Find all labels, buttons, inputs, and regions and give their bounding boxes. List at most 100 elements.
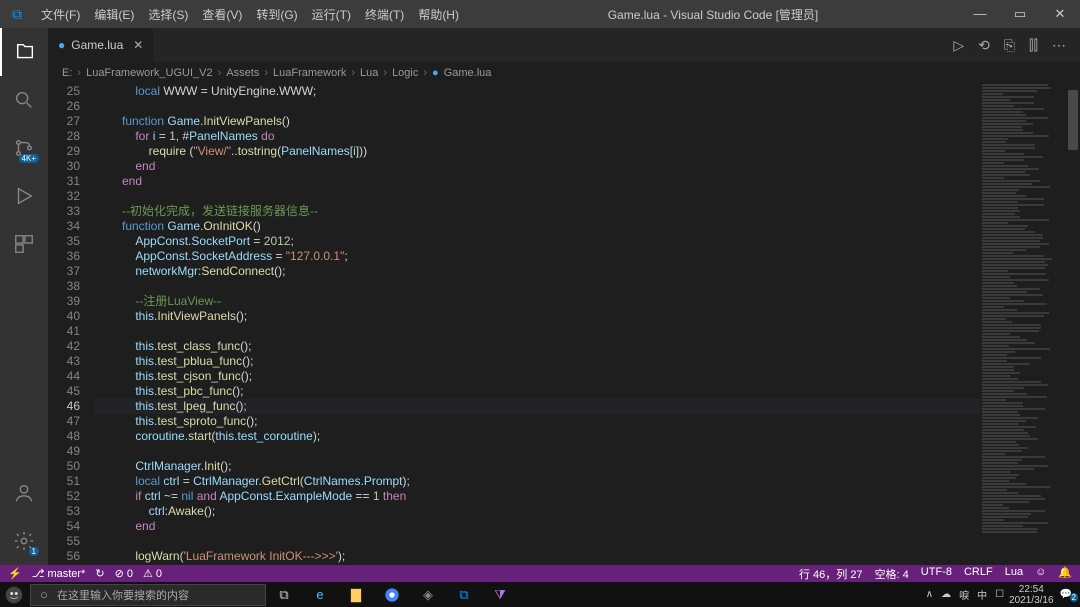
code-line[interactable]: this.InitViewPanels(); (94, 309, 980, 324)
code-line[interactable]: networkMgr:SendConnect(); (94, 264, 980, 279)
code-line[interactable]: coroutine.start(this.test_coroutine); (94, 429, 980, 444)
scrollbar[interactable] (1066, 84, 1080, 565)
edge-icon[interactable]: e (302, 582, 338, 607)
feedback-icon[interactable]: ☺ (1035, 566, 1046, 582)
account-icon[interactable] (0, 469, 48, 517)
code-line[interactable] (94, 279, 980, 294)
code-line[interactable]: this.test_class_func(); (94, 339, 980, 354)
editor-action-icon[interactable]: ⟲ (978, 37, 990, 54)
clock[interactable]: 22:542021/3/16 (1009, 584, 1054, 606)
tray-icon[interactable]: ☐ (992, 589, 1007, 600)
code-line[interactable]: this.test_pblua_func(); (94, 354, 980, 369)
code-line[interactable] (94, 534, 980, 549)
minimap[interactable] (982, 84, 1066, 565)
code-line[interactable]: function Game.InitViewPanels() (94, 114, 980, 129)
menu-item[interactable]: 运行(T) (305, 6, 358, 23)
menu-item[interactable]: 帮助(H) (411, 6, 466, 23)
code-area[interactable]: local WWW = UnityEngine.WWW; function Gam… (94, 84, 980, 565)
app-icon-1[interactable]: ◈ (410, 582, 446, 607)
sync-icon[interactable]: ↻ (95, 567, 104, 580)
code-line[interactable]: this.test_lpeg_func(); (94, 399, 980, 414)
start-icon[interactable] (0, 582, 28, 607)
editor-action-icon[interactable]: ⋯ (1052, 37, 1066, 54)
vs-icon[interactable]: ⧩ (482, 582, 518, 607)
breadcrumb-part[interactable]: Assets (226, 67, 259, 79)
explorer-icon[interactable] (0, 28, 48, 76)
code-line[interactable]: --初始化完成，发送链接服务器信息-- (94, 204, 980, 219)
indent[interactable]: 空格: 4 (875, 566, 909, 582)
code-line[interactable] (94, 99, 980, 114)
breadcrumb-part[interactable]: E: (62, 67, 72, 79)
code-line[interactable]: AppConst.SocketPort = 2012; (94, 234, 980, 249)
breadcrumb-file[interactable]: Game.lua (444, 67, 492, 79)
code-line[interactable]: end (94, 519, 980, 534)
vscode-taskbar-icon[interactable]: ⧉ (446, 582, 482, 607)
editor-action-icon[interactable]: ⎘ (1004, 37, 1015, 54)
task-view-icon[interactable]: ⧉ (266, 582, 302, 607)
scroll-thumb[interactable] (1068, 90, 1078, 150)
language[interactable]: Lua (1005, 566, 1023, 582)
editor-action-icon[interactable]: ⫿⫿ (1029, 37, 1038, 54)
code-line[interactable]: local ctrl = CtrlManager.GetCtrl(CtrlNam… (94, 474, 980, 489)
git-branch[interactable]: ⎇ master* (32, 567, 86, 580)
line-number: 41 (48, 324, 80, 339)
settings-icon[interactable]: 1 (0, 517, 48, 565)
search-icon[interactable] (0, 76, 48, 124)
breadcrumb-part[interactable]: LuaFramework (273, 67, 346, 79)
code-line[interactable]: this.test_cjson_func(); (94, 369, 980, 384)
editor[interactable]: 2526272829303132333435363738394041424344… (48, 84, 1080, 565)
code-line[interactable]: --注册LuaView-- (94, 294, 980, 309)
encoding[interactable]: UTF-8 (921, 566, 952, 582)
line-number: 25 (48, 84, 80, 99)
code-line[interactable] (94, 324, 980, 339)
menu-item[interactable]: 查看(V) (195, 6, 249, 23)
tray-icon[interactable]: 中 (974, 587, 990, 602)
tray-icon[interactable]: ☁ (938, 589, 954, 600)
breadcrumb-part[interactable]: Logic (392, 67, 418, 79)
notifications-icon[interactable]: 💬2 (1056, 589, 1076, 600)
code-line[interactable]: if ctrl ~= nil and AppConst.ExampleMode … (94, 489, 980, 504)
extensions-icon[interactable] (0, 220, 48, 268)
tab-close-icon[interactable]: ✕ (133, 38, 143, 52)
code-line[interactable] (94, 189, 980, 204)
minimize-button[interactable]: — (960, 0, 1000, 28)
code-line[interactable] (94, 444, 980, 459)
maximize-button[interactable]: ▭ (1000, 0, 1040, 28)
code-line[interactable]: logWarn('LuaFramework InitOK--->>>'); (94, 549, 980, 564)
breadcrumb-part[interactable]: LuaFramework_UGUI_V2 (86, 67, 213, 79)
code-line[interactable]: ctrl:Awake(); (94, 504, 980, 519)
warnings[interactable]: ⚠ 0 (143, 567, 162, 580)
editor-action-icon[interactable]: ▷ (953, 37, 964, 54)
code-line[interactable]: require ("View/"..tostring(PanelNames[i]… (94, 144, 980, 159)
code-line[interactable]: function Game.OnInitOK() (94, 219, 980, 234)
code-line[interactable]: for i = 1, #PanelNames do (94, 129, 980, 144)
menu-item[interactable]: 编辑(E) (87, 6, 141, 23)
menu-item[interactable]: 转到(G) (249, 6, 304, 23)
tray-icon[interactable]: 唳 (956, 587, 972, 602)
tray-icon[interactable]: ∧ (923, 589, 936, 600)
run-debug-icon[interactable] (0, 172, 48, 220)
code-line[interactable]: local WWW = UnityEngine.WWW; (94, 84, 980, 99)
tab-game-lua[interactable]: ● Game.lua ✕ (48, 28, 153, 62)
explorer-folder-icon[interactable]: ▇ (338, 582, 374, 607)
code-line[interactable]: this.test_pbc_func(); (94, 384, 980, 399)
bell-icon[interactable]: 🔔 (1058, 566, 1072, 582)
chrome-icon[interactable] (374, 582, 410, 607)
code-line[interactable]: AppConst.SocketAddress = "127.0.0.1"; (94, 249, 980, 264)
breadcrumb[interactable]: E:›LuaFramework_UGUI_V2›Assets›LuaFramew… (48, 62, 1080, 84)
breadcrumb-part[interactable]: Lua (360, 67, 378, 79)
taskbar-search[interactable]: ○ 在这里输入你要搜索的内容 (30, 584, 266, 606)
menu-item[interactable]: 终端(T) (358, 6, 411, 23)
source-control-icon[interactable]: 4K+ (0, 124, 48, 172)
code-line[interactable]: this.test_sproto_func(); (94, 414, 980, 429)
remote-icon[interactable]: ⚡ (8, 567, 22, 580)
menu-item[interactable]: 选择(S) (141, 6, 195, 23)
code-line[interactable]: CtrlManager.Init(); (94, 459, 980, 474)
code-line[interactable]: end (94, 159, 980, 174)
eol[interactable]: CRLF (964, 566, 993, 582)
close-button[interactable]: ✕ (1040, 0, 1080, 28)
errors[interactable]: ⊘ 0 (115, 567, 133, 580)
cursor-position[interactable]: 行 46，列 27 (799, 566, 863, 582)
menu-item[interactable]: 文件(F) (34, 6, 87, 23)
code-line[interactable]: end (94, 174, 980, 189)
